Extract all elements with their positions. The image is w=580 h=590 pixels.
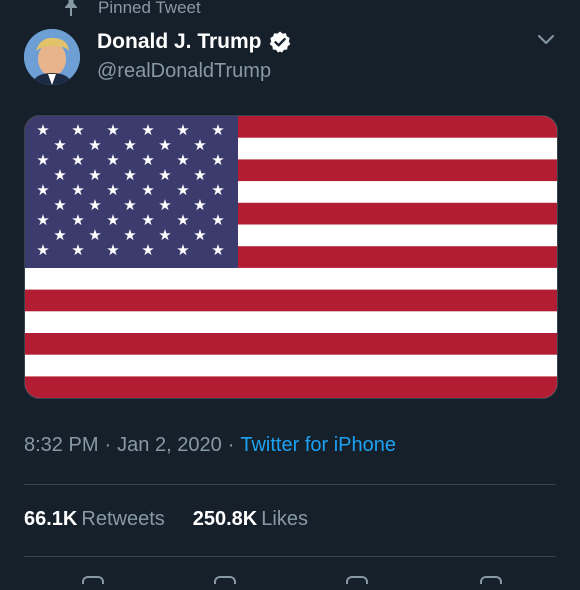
- retweets-count: 66.1K: [24, 508, 78, 530]
- retweets-label: Retweets: [81, 508, 165, 530]
- svg-text:★: ★: [36, 211, 49, 229]
- pin-icon: [65, 0, 77, 16]
- svg-text:★: ★: [71, 181, 84, 199]
- svg-text:★: ★: [36, 181, 49, 199]
- likes-stat[interactable]: 250.8K Likes: [193, 508, 308, 531]
- svg-text:★: ★: [158, 226, 171, 244]
- svg-text:★: ★: [211, 211, 224, 229]
- svg-text:★: ★: [141, 241, 154, 259]
- likes-count: 250.8K: [192, 508, 258, 530]
- tweet-metadata: 8:32 PM · Jan 2, 2020 · Twitter for iPho…: [24, 434, 396, 457]
- svg-text:★: ★: [106, 121, 119, 139]
- tweet-action-bar: [24, 570, 556, 590]
- share-icon[interactable]: [480, 576, 502, 584]
- retweets-stat[interactable]: 66.1K Retweets: [24, 508, 165, 531]
- svg-text:★: ★: [53, 136, 66, 154]
- svg-text:★: ★: [211, 121, 224, 139]
- svg-text:★: ★: [88, 226, 101, 244]
- svg-text:★: ★: [193, 196, 206, 214]
- svg-text:★: ★: [141, 151, 154, 169]
- svg-text:★: ★: [211, 181, 224, 199]
- svg-text:★: ★: [211, 241, 224, 259]
- svg-text:★: ★: [123, 196, 136, 214]
- svg-text:★: ★: [106, 151, 119, 169]
- svg-text:★: ★: [211, 151, 224, 169]
- display-name[interactable]: Donald J. Trump: [97, 30, 262, 54]
- svg-text:★: ★: [176, 241, 189, 259]
- svg-text:★: ★: [123, 226, 136, 244]
- svg-text:★: ★: [176, 181, 189, 199]
- svg-text:★: ★: [141, 181, 154, 199]
- svg-text:★: ★: [36, 151, 49, 169]
- like-icon[interactable]: [346, 576, 368, 584]
- svg-text:★: ★: [106, 181, 119, 199]
- tweet-media-image[interactable]: ★ ★ ★ ★ ★ ★ ★ ★ ★ ★ ★ ★ ★ ★ ★ ★ ★ ★ ★ ★ ★ ★ ★ ★ ★ ★ ★ ★ ★ ★ ★ ★ ★ ★…: [24, 115, 558, 399]
- reply-icon[interactable]: [82, 576, 104, 584]
- svg-text:★: ★: [193, 166, 206, 184]
- svg-text:★: ★: [106, 241, 119, 259]
- tweet-stats: 66.1K Retweets 250.8K Likes: [24, 508, 308, 531]
- divider-top: [24, 484, 556, 485]
- svg-text:★: ★: [141, 121, 154, 139]
- svg-text:★: ★: [71, 121, 84, 139]
- svg-text:★: ★: [53, 196, 66, 214]
- svg-text:★: ★: [53, 226, 66, 244]
- tweet-source-link[interactable]: Twitter for iPhone: [240, 434, 396, 457]
- svg-text:★: ★: [71, 241, 84, 259]
- author-name-row[interactable]: Donald J. Trump: [97, 30, 292, 54]
- svg-text:★: ★: [193, 226, 206, 244]
- svg-text:★: ★: [176, 151, 189, 169]
- pinned-tweet-label: Pinned Tweet: [98, 0, 201, 17]
- svg-text:★: ★: [158, 166, 171, 184]
- svg-text:★: ★: [141, 211, 154, 229]
- tweet-date[interactable]: Jan 2, 2020: [117, 434, 222, 457]
- svg-text:★: ★: [71, 151, 84, 169]
- svg-text:★: ★: [176, 121, 189, 139]
- us-flag-image: ★ ★ ★ ★ ★ ★ ★ ★ ★ ★ ★ ★ ★ ★ ★ ★ ★ ★ ★ ★ ★ ★ ★ ★ ★ ★ ★ ★ ★ ★ ★ ★ ★ ★…: [25, 116, 557, 398]
- svg-text:★: ★: [193, 136, 206, 154]
- svg-text:★: ★: [71, 211, 84, 229]
- meta-separator-2: ·: [227, 434, 235, 456]
- chevron-down-icon[interactable]: [536, 30, 556, 50]
- likes-label: Likes: [261, 508, 308, 530]
- tweet-time: 8:32 PM: [24, 434, 99, 456]
- svg-text:★: ★: [53, 166, 66, 184]
- svg-text:★: ★: [158, 136, 171, 154]
- pinned-tweet-indicator: Pinned Tweet: [64, 0, 201, 17]
- svg-text:★: ★: [36, 121, 49, 139]
- svg-text:★: ★: [158, 196, 171, 214]
- retweet-icon[interactable]: [214, 576, 236, 584]
- verified-badge-icon: [269, 31, 290, 53]
- avatar[interactable]: [24, 29, 80, 85]
- svg-text:★: ★: [106, 211, 119, 229]
- svg-text:★: ★: [36, 241, 49, 259]
- svg-text:★: ★: [123, 166, 136, 184]
- svg-text:★: ★: [88, 196, 101, 214]
- svg-text:★: ★: [123, 136, 136, 154]
- avatar-image: [24, 29, 80, 85]
- divider-bottom: [24, 556, 556, 557]
- svg-text:★: ★: [176, 211, 189, 229]
- user-handle[interactable]: @realDonaldTrump: [97, 60, 271, 83]
- svg-text:★: ★: [88, 136, 101, 154]
- meta-separator: ·: [104, 434, 112, 456]
- svg-text:★: ★: [88, 166, 101, 184]
